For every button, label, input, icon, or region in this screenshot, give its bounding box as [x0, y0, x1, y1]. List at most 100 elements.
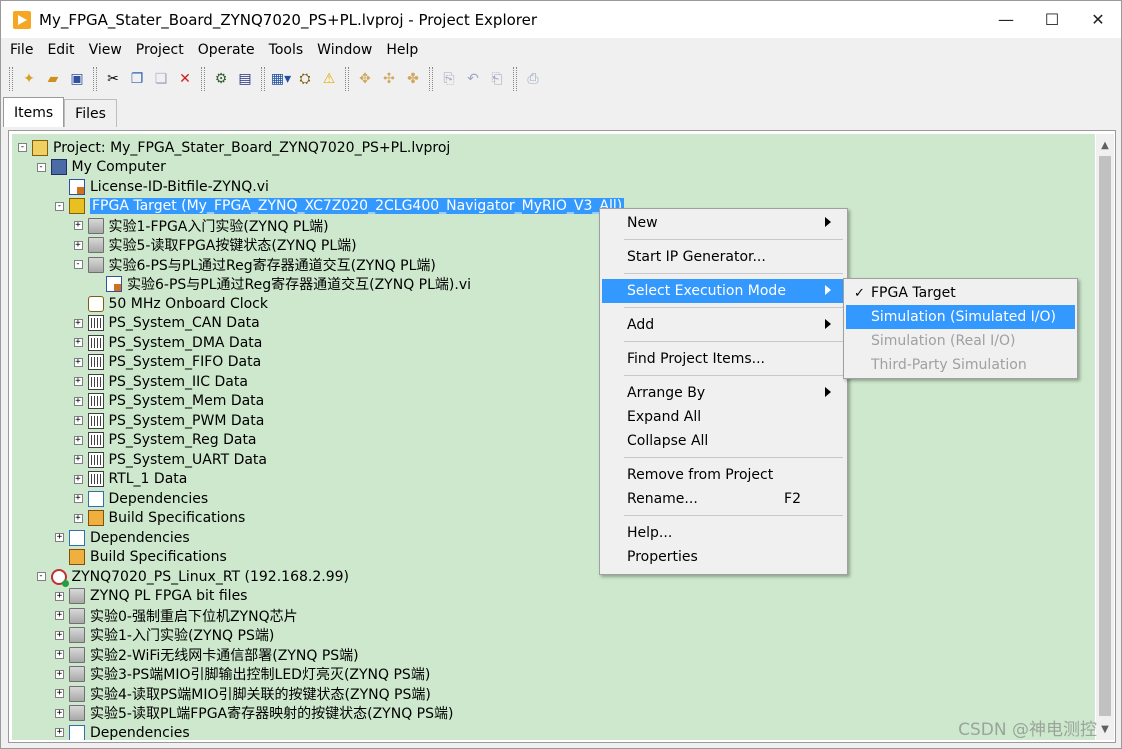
undo-checkout-icon[interactable]: ↶: [462, 68, 484, 90]
maximize-button[interactable]: ☐: [1029, 1, 1075, 38]
expand-icon[interactable]: +: [73, 221, 83, 231]
expand-icon[interactable]: +: [55, 708, 64, 718]
expand-icon[interactable]: +: [73, 357, 83, 367]
tree-item[interactable]: - Project: My_FPGA_Stater_Board_ZYNQ7020_…: [18, 138, 450, 158]
source-control-checkout-icon[interactable]: ✣: [378, 68, 400, 90]
tree-item[interactable]: + Build Specifications: [73, 509, 245, 529]
tree-item[interactable]: + 实验2-WiFi无线网卡通信部署(ZYNQ PS端): [55, 645, 359, 665]
tree-item[interactable]: + 实验1-入门实验(ZYNQ PS端): [55, 626, 274, 646]
tree-item[interactable]: + ZYNQ PL FPGA bit files: [55, 587, 247, 607]
warning-icon[interactable]: ⚠: [318, 68, 340, 90]
tree-item[interactable]: + PS_System_DMA Data: [73, 333, 262, 353]
new-file-icon[interactable]: ✦: [18, 68, 40, 90]
tree-item[interactable]: + PS_System_PWM Data: [73, 411, 264, 431]
context-menu-item[interactable]: Rename... F2: [602, 487, 845, 511]
execution-mode-option[interactable]: Simulation (Simulated I/O): [846, 305, 1075, 329]
toolbar-grip[interactable]: [513, 67, 517, 91]
expand-icon[interactable]: +: [55, 689, 64, 699]
expand-icon[interactable]: +: [73, 455, 83, 465]
deploy-icon[interactable]: ⛭: [294, 68, 316, 90]
expand-icon[interactable]: +: [73, 494, 83, 504]
context-menu-item[interactable]: Expand All: [602, 405, 845, 429]
cut-icon[interactable]: ✂: [102, 68, 124, 90]
context-menu-item[interactable]: Remove from Project: [602, 463, 845, 487]
tree-item[interactable]: + PS_System_Mem Data: [73, 392, 264, 412]
tree-item[interactable]: 50 MHz Onboard Clock: [74, 294, 268, 314]
context-menu-item[interactable]: Properties: [602, 545, 845, 569]
tree-item[interactable]: + PS_System_Reg Data: [73, 431, 257, 451]
menu-help[interactable]: Help: [379, 42, 425, 58]
tree-item[interactable]: + 实验3-PS端MIO引脚输出控制LED灯亮灭(ZYNQ PS端): [55, 665, 430, 685]
paste-icon[interactable]: ❏: [150, 68, 172, 90]
source-control-history-icon[interactable]: ⎗: [486, 68, 508, 90]
scroll-down-icon[interactable]: ▼: [1096, 720, 1114, 738]
collapse-icon[interactable]: -: [73, 260, 83, 270]
open-folder-icon[interactable]: ▰: [42, 68, 64, 90]
tree-item[interactable]: + 实验1-FPGA入门实验(ZYNQ PL端): [73, 216, 329, 236]
expand-icon[interactable]: +: [73, 435, 83, 445]
context-menu-item[interactable]: Collapse All: [602, 429, 845, 453]
scroll-up-icon[interactable]: ▲: [1096, 136, 1114, 154]
menu-edit[interactable]: Edit: [40, 42, 81, 58]
context-menu-item[interactable]: Find Project Items...: [602, 347, 845, 371]
collapse-icon[interactable]: -: [18, 143, 27, 153]
tree-item[interactable]: + Dependencies: [55, 528, 190, 548]
expand-icon[interactable]: +: [55, 611, 64, 621]
context-menu-item[interactable]: New: [602, 211, 845, 235]
tree-item[interactable]: + 实验0-强制重启下位机ZYNQ芯片: [55, 606, 298, 626]
tree-item[interactable]: + Dependencies: [55, 723, 190, 740]
tree-item[interactable]: - 实验6-PS与PL通过Reg寄存器通道交互(ZYNQ PL端): [73, 255, 436, 275]
expand-icon[interactable]: +: [55, 650, 64, 660]
expand-icon[interactable]: +: [55, 591, 64, 601]
delete-icon[interactable]: ✕: [174, 68, 196, 90]
expand-icon[interactable]: +: [73, 513, 83, 523]
toolbar-grip[interactable]: [93, 67, 97, 91]
toolbar-grip[interactable]: [429, 67, 433, 91]
menu-project[interactable]: Project: [129, 42, 191, 58]
expand-icon[interactable]: +: [73, 240, 83, 250]
menu-window[interactable]: Window: [310, 42, 379, 58]
menu-file[interactable]: File: [3, 42, 40, 58]
source-control-add-icon[interactable]: ✥: [354, 68, 376, 90]
context-menu-item[interactable]: Start IP Generator...: [602, 245, 845, 269]
tree-item[interactable]: License-ID-Bitfile-ZYNQ.vi: [55, 177, 269, 197]
expand-icon[interactable]: +: [73, 474, 83, 484]
tree-item[interactable]: + RTL_1 Data: [73, 470, 187, 490]
expand-icon[interactable]: +: [73, 396, 83, 406]
tree-item[interactable]: + Dependencies: [73, 489, 208, 509]
tree-item[interactable]: + 实验5-读取FPGA按键状态(ZYNQ PL端): [73, 236, 357, 256]
expand-icon[interactable]: +: [73, 338, 83, 348]
tree-item[interactable]: + PS_System_CAN Data: [73, 314, 260, 334]
expand-icon[interactable]: +: [55, 669, 64, 679]
tree-item[interactable]: - My Computer: [36, 158, 166, 178]
copy-icon[interactable]: ❐: [126, 68, 148, 90]
tree-item[interactable]: 实验6-PS与PL通过Reg寄存器通道交互(ZYNQ PL端).vi: [92, 275, 471, 295]
context-menu-item[interactable]: Select Execution Mode: [602, 279, 845, 303]
expand-icon[interactable]: +: [73, 377, 83, 387]
execution-mode-option[interactable]: ✓ FPGA Target: [846, 281, 1075, 305]
tree-item[interactable]: + PS_System_IIC Data: [73, 372, 248, 392]
expand-icon[interactable]: +: [55, 533, 64, 543]
save-all-icon[interactable]: ▣: [66, 68, 88, 90]
toolbar-grip[interactable]: [345, 67, 349, 91]
tree-item[interactable]: Build Specifications: [55, 548, 227, 568]
context-menu-item[interactable]: Arrange By: [602, 381, 845, 405]
close-button[interactable]: ✕: [1075, 1, 1121, 38]
menu-operate[interactable]: Operate: [191, 42, 262, 58]
context-menu-item[interactable]: Help...: [602, 521, 845, 545]
save-build-icon[interactable]: ▤: [234, 68, 256, 90]
tree-item[interactable]: - ZYNQ7020_PS_Linux_RT (192.168.2.99): [36, 567, 349, 587]
vertical-scrollbar[interactable]: ▲ ▼: [1096, 134, 1114, 740]
collapse-icon[interactable]: -: [55, 201, 64, 211]
tab-files[interactable]: Files: [64, 99, 117, 127]
expand-icon[interactable]: +: [73, 416, 83, 426]
tab-items[interactable]: Items: [3, 97, 65, 127]
expand-icon[interactable]: +: [73, 318, 83, 328]
view-options-icon[interactable]: ▦▾: [270, 68, 292, 90]
source-control-get-icon[interactable]: ⎘: [438, 68, 460, 90]
toolbar-grip[interactable]: [261, 67, 265, 91]
collapse-icon[interactable]: -: [36, 162, 46, 172]
tree-item[interactable]: + 实验5-读取PL端FPGA寄存器映射的按键状态(ZYNQ PS端): [55, 704, 453, 724]
expand-icon[interactable]: +: [55, 630, 64, 640]
source-control-checkin-icon[interactable]: ✤: [402, 68, 424, 90]
